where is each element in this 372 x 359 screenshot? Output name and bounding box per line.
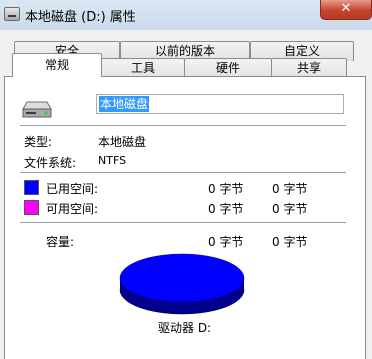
- capacity-bytes: 0 字节: [208, 235, 244, 249]
- divider: [20, 125, 346, 126]
- tab-hardware[interactable]: 硬件: [184, 58, 272, 78]
- disk-usage-pie: [119, 253, 245, 315]
- title-bar[interactable]: 本地磁盘 (D:) 属性 ✕: [0, 0, 372, 30]
- drive-name-input[interactable]: 本地磁盘: [96, 94, 344, 114]
- tab-sharing[interactable]: 共享: [271, 58, 347, 78]
- tab-tools[interactable]: 工具: [101, 58, 185, 78]
- used-space-label: 已用空间:: [46, 182, 99, 196]
- window-title: 本地磁盘 (D:) 属性: [25, 10, 136, 25]
- drive-letter-label: 驱动器 D:: [158, 321, 212, 335]
- free-space-label: 可用空间:: [46, 202, 99, 216]
- hard-drive-icon: [22, 101, 52, 118]
- drive-icon: [4, 7, 20, 21]
- free-space-swatch: [24, 200, 39, 215]
- divider: [20, 222, 346, 223]
- type-label: 类型:: [24, 135, 53, 149]
- general-panel: [4, 76, 366, 359]
- divider: [20, 172, 346, 173]
- used-space-swatch: [24, 180, 39, 195]
- close-button[interactable]: ✕: [320, 0, 372, 20]
- capacity-size: 0 字节: [272, 235, 308, 249]
- type-value: 本地磁盘: [98, 135, 147, 149]
- tab-strip: 安全 以前的版本 自定义 常规 工具 硬件 共享: [0, 30, 372, 78]
- used-space-bytes: 0 字节: [208, 182, 244, 196]
- filesystem-label: 文件系统:: [24, 156, 77, 170]
- properties-window: 本地磁盘 (D:) 属性 ✕ 安全 以前的版本 自定义 常规 工具 硬件 共享 …: [0, 0, 372, 359]
- tab-general[interactable]: 常规: [12, 53, 102, 77]
- filesystem-value: NTFS: [98, 154, 127, 167]
- capacity-label: 容量:: [46, 235, 75, 249]
- free-space-size: 0 字节: [272, 202, 308, 216]
- drive-name-value: 本地磁盘: [99, 96, 150, 112]
- free-space-bytes: 0 字节: [208, 202, 244, 216]
- used-space-size: 0 字节: [272, 182, 308, 196]
